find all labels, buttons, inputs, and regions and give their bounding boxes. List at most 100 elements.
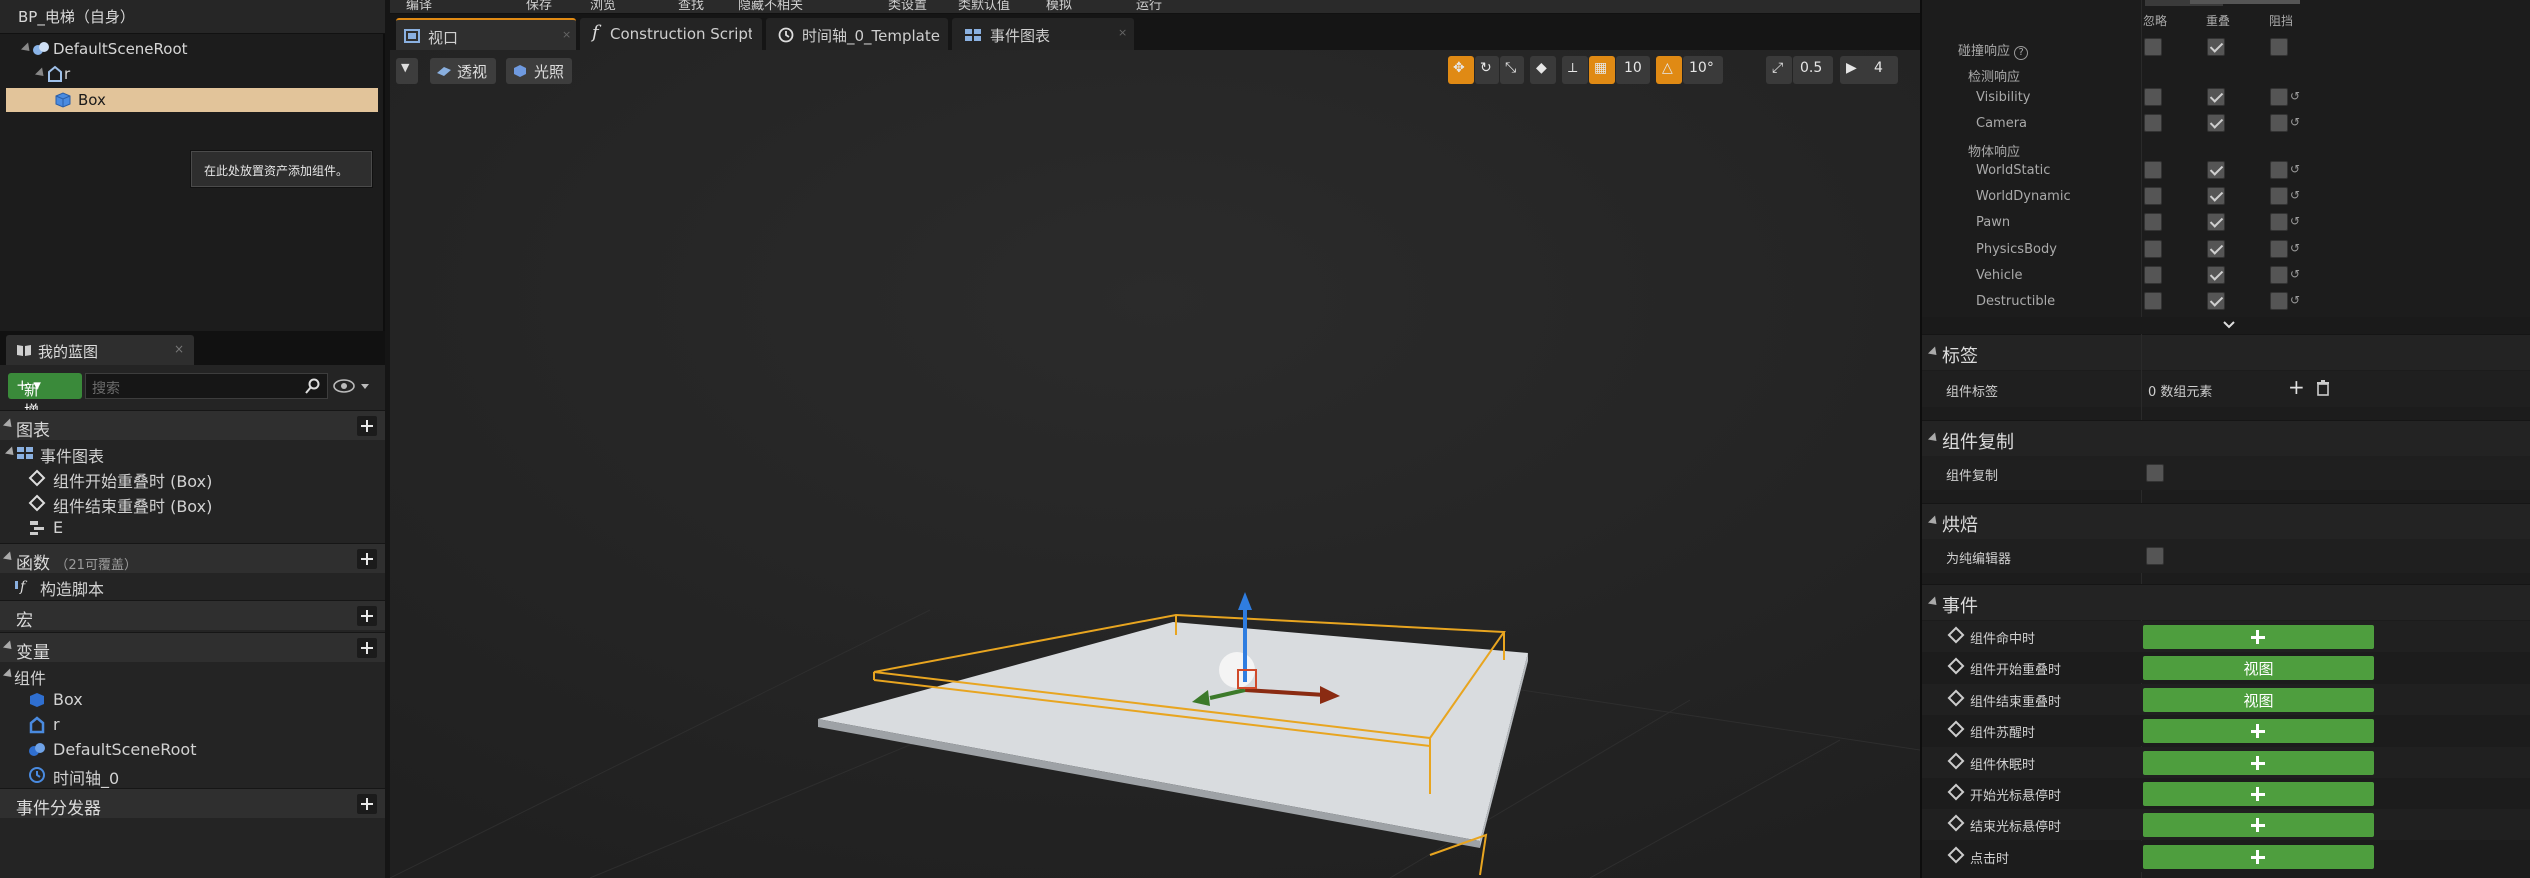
reset-to-default-icon[interactable]: ↺ xyxy=(2290,267,2300,281)
collision-overlap-all-checkbox[interactable] xyxy=(2207,38,2225,56)
components-root-label[interactable]: BP_电梯（自身） xyxy=(18,6,135,27)
grid-snap-toggle[interactable]: ▦ xyxy=(1589,56,1615,84)
level-viewport[interactable]: ▼ 透视 光照 ✥ ↻ ⤡ ◆ ⟂ ▦ 10 △ 10° ⤢ 0.5 ▶ 4 xyxy=(390,50,1920,878)
toolbar-play[interactable]: 运行 xyxy=(1136,0,1162,13)
graph-item[interactable]: E xyxy=(0,516,385,540)
surface-snap-button[interactable]: ⟂ xyxy=(1562,56,1588,84)
rotate-mode-button[interactable]: ↻ xyxy=(1475,56,1499,84)
close-icon[interactable]: × xyxy=(1118,26,1127,39)
object-overlap-checkbox[interactable] xyxy=(2207,239,2225,258)
toolbar-class-settings[interactable]: 类设置 xyxy=(888,0,927,13)
reset-to-default-icon[interactable]: ↺ xyxy=(2290,214,2300,228)
help-icon[interactable]: ? xyxy=(2014,46,2029,60)
tab-viewport[interactable]: 视口 × xyxy=(396,18,576,50)
section-macros[interactable]: 宏 xyxy=(0,600,385,631)
trace-ignore-checkbox[interactable] xyxy=(2144,88,2162,106)
components-category[interactable]: 组件 xyxy=(0,663,385,688)
tree-item-box[interactable]: Box xyxy=(6,88,378,112)
object-overlap-checkbox[interactable] xyxy=(2207,265,2225,284)
viewport-options-button[interactable]: ▼ xyxy=(396,58,418,84)
graph-item[interactable]: 组件开始重叠时 (Box) xyxy=(0,466,385,491)
scale-snap-value[interactable]: 0.5 xyxy=(1793,56,1833,84)
add-event-button[interactable] xyxy=(2143,625,2374,649)
perspective-button[interactable]: 透视 xyxy=(430,58,496,84)
object-ignore-checkbox[interactable] xyxy=(2144,161,2162,179)
trash-icon[interactable] xyxy=(2316,380,2330,396)
construction-script-item[interactable]: f 构造脚本 xyxy=(0,574,385,599)
toolbar-compile[interactable]: 编译 xyxy=(406,0,432,13)
section-graphs[interactable]: 图表 xyxy=(0,410,385,441)
scale-snap-toggle[interactable]: ⤢ xyxy=(1766,56,1792,84)
add-event-button[interactable] xyxy=(2143,844,2374,869)
add-variable-button[interactable] xyxy=(357,638,377,658)
section-cooking[interactable]: 烘焙 xyxy=(1922,503,2530,539)
collision-ignore-all-checkbox[interactable] xyxy=(2144,38,2162,56)
trace-block-checkbox[interactable] xyxy=(2270,114,2288,132)
scale-mode-button[interactable]: ⤡ xyxy=(1500,56,1524,84)
object-ignore-checkbox[interactable] xyxy=(2144,213,2162,232)
object-ignore-checkbox[interactable] xyxy=(2144,187,2162,206)
trace-block-checkbox[interactable] xyxy=(2270,88,2288,106)
object-block-checkbox[interactable] xyxy=(2270,265,2288,284)
reset-to-default-icon[interactable]: ↺ xyxy=(2290,241,2300,255)
variable-item[interactable]: DefaultSceneRoot xyxy=(0,738,385,762)
add-macro-button[interactable] xyxy=(357,606,377,626)
object-block-checkbox[interactable] xyxy=(2270,161,2288,179)
add-event-button[interactable] xyxy=(2143,813,2374,838)
advanced-expander[interactable] xyxy=(1922,317,2530,335)
add-event-button[interactable] xyxy=(2143,719,2374,744)
close-icon[interactable]: × xyxy=(174,342,184,356)
toolbar-find[interactable]: 查找 xyxy=(678,0,704,13)
reset-to-default-icon[interactable]: ↺ xyxy=(2290,293,2300,307)
toolbar-browse[interactable]: 浏览 xyxy=(590,0,616,13)
object-overlap-checkbox[interactable] xyxy=(2207,213,2225,232)
blueprint-search-input[interactable]: 搜索 xyxy=(85,373,328,399)
camera-speed-button[interactable]: ▶ 4 xyxy=(1840,56,1898,84)
section-variables[interactable]: 变量 xyxy=(0,632,385,663)
event-graph-item[interactable]: 事件图表 xyxy=(0,441,385,466)
tab-construction-script[interactable]: f Construction Script xyxy=(580,18,762,50)
add-event-button[interactable] xyxy=(2143,750,2374,775)
variable-item[interactable]: 时间轴_0 xyxy=(0,763,385,788)
view-event-button[interactable]: 视图 xyxy=(2143,656,2374,681)
add-function-button[interactable] xyxy=(357,549,377,569)
section-replication[interactable]: 组件复制 xyxy=(1922,420,2530,456)
add-event-dispatcher-button[interactable] xyxy=(357,794,377,814)
trace-overlap-checkbox[interactable] xyxy=(2207,88,2225,106)
object-overlap-checkbox[interactable] xyxy=(2207,292,2225,310)
object-block-checkbox[interactable] xyxy=(2270,187,2288,206)
lighting-mode-button[interactable]: 光照 xyxy=(506,58,572,84)
toolbar-simulate[interactable]: 模拟 xyxy=(1046,0,1072,13)
object-overlap-checkbox[interactable] xyxy=(2207,161,2225,179)
tab-timeline[interactable]: 时间轴_0_Template xyxy=(766,18,948,50)
view-event-button[interactable]: 视图 xyxy=(2143,687,2374,712)
trace-ignore-checkbox[interactable] xyxy=(2144,114,2162,132)
section-functions[interactable]: 函数 （21可覆盖） xyxy=(0,543,385,574)
reset-to-default-icon[interactable]: ↺ xyxy=(2290,162,2300,176)
variable-item[interactable]: Box xyxy=(0,688,385,712)
toolbar-class-defaults[interactable]: 类默认值 xyxy=(958,0,1010,13)
object-ignore-checkbox[interactable] xyxy=(2144,239,2162,258)
add-new-button[interactable]: + 新增 ▾ xyxy=(8,373,82,420)
tab-my-blueprint[interactable]: 我的蓝图 × xyxy=(6,335,194,365)
reset-to-default-icon[interactable]: ↺ xyxy=(2290,89,2300,103)
reset-to-default-icon[interactable]: ↺ xyxy=(2290,115,2300,129)
translate-mode-button[interactable]: ✥ xyxy=(1448,56,1474,84)
collision-block-all-checkbox[interactable] xyxy=(2270,38,2288,56)
add-graph-button[interactable] xyxy=(357,416,377,436)
eye-visibility-icon[interactable] xyxy=(333,378,373,394)
tree-item-default-scene-root[interactable]: DefaultSceneRoot xyxy=(6,37,378,61)
coordinate-space-button[interactable]: ◆ xyxy=(1530,56,1556,84)
reset-to-default-icon[interactable]: ↺ xyxy=(2290,188,2300,202)
object-block-checkbox[interactable] xyxy=(2270,213,2288,232)
editor-only-checkbox[interactable] xyxy=(2146,547,2164,565)
section-events[interactable]: 事件 xyxy=(1922,584,2530,620)
object-ignore-checkbox[interactable] xyxy=(2144,265,2162,284)
toolbar-save[interactable]: 保存 xyxy=(526,0,552,13)
object-overlap-checkbox[interactable] xyxy=(2207,187,2225,206)
section-event-dispatchers[interactable]: 事件分发器 xyxy=(0,788,385,819)
grid-snap-value[interactable]: 10 xyxy=(1616,56,1650,84)
variable-item[interactable]: r xyxy=(0,713,385,737)
section-tags[interactable]: 标签 xyxy=(1922,334,2530,370)
add-event-button[interactable] xyxy=(2143,782,2374,806)
